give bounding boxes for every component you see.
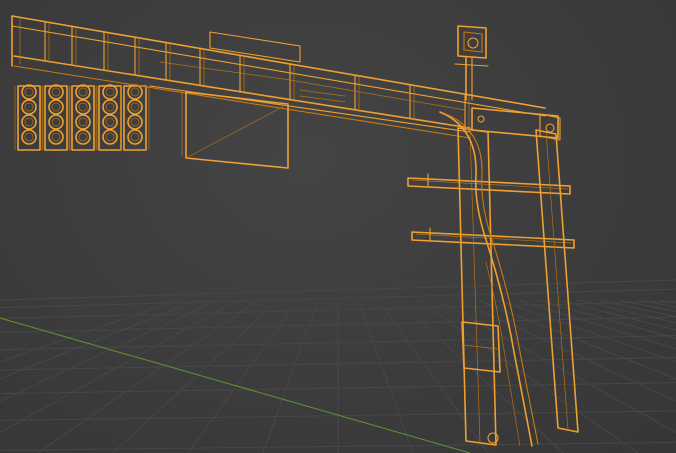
right-column-edge: [545, 131, 569, 431]
left-column-edge: [469, 129, 481, 444]
signal-lamp-lens: [78, 117, 88, 127]
signal-lamp-lens: [105, 132, 115, 142]
truss-bracket: [299, 89, 346, 97]
gantry-wireframe[interactable]: [0, 0, 676, 453]
signal-lamp: [102, 84, 118, 100]
signal-lamp-lens: [78, 132, 88, 142]
signal-head: [120, 84, 150, 151]
signal-lamp-lens: [51, 132, 61, 142]
gantry-truss: [11, 15, 546, 139]
signal-lamp: [102, 99, 118, 115]
left-column: [457, 127, 497, 446]
signal-lamp: [21, 129, 37, 145]
signal-lamp: [127, 129, 143, 145]
crossbeam-box-face: [471, 107, 559, 139]
camera-lens: [467, 37, 479, 49]
signal-lamp: [48, 99, 64, 115]
conduit-main: [439, 111, 533, 447]
sign-panel-diagonal: [185, 103, 289, 159]
camera-mast: [454, 25, 489, 101]
signal-lamp-lens: [51, 87, 61, 97]
signal-head: [14, 84, 44, 151]
signal-lamp-lens: [130, 117, 140, 127]
signal-lamp: [75, 129, 91, 145]
crossbeam-box-end: [539, 113, 561, 141]
signal-lamp: [127, 84, 143, 100]
signal-head: [95, 84, 125, 151]
signal-lamp: [48, 84, 64, 100]
crossbeam-bolt: [545, 123, 555, 133]
truss-walkway-rail: [289, 79, 466, 111]
signal-lamp: [21, 99, 37, 115]
signal-lamp-lens: [78, 102, 88, 112]
signal-heads: [14, 84, 150, 151]
signal-lamp-lens: [105, 117, 115, 127]
truss-bracket: [299, 95, 346, 103]
crossbeam-bolt: [477, 115, 485, 123]
signal-lamp: [127, 114, 143, 130]
signal-lamp: [21, 114, 37, 130]
signal-lamp-lens: [24, 117, 34, 127]
signal-lamp: [48, 129, 64, 145]
signal-lamp: [48, 114, 64, 130]
signal-lamp-lens: [130, 132, 140, 142]
signal-lamp: [21, 84, 37, 100]
signal-head: [41, 84, 71, 151]
signal-lamp: [102, 129, 118, 145]
signal-lamp-lens: [78, 87, 88, 97]
3d-viewport[interactable]: [0, 0, 676, 453]
signal-lamp-lens: [51, 102, 61, 112]
camera-lens-frame: [463, 31, 483, 53]
signal-lamp-lens: [130, 87, 140, 97]
truss-walkway-rail: [159, 61, 291, 81]
signal-lamp-lens: [24, 132, 34, 142]
signal-lamp-lens: [105, 102, 115, 112]
signal-lamp-lens: [24, 102, 34, 112]
crossbeam-box: [471, 107, 561, 141]
signal-lamp-lens: [130, 102, 140, 112]
signal-head: [68, 84, 98, 151]
signal-lamp: [75, 99, 91, 115]
signal-lamp-lens: [105, 87, 115, 97]
signal-lamp: [75, 84, 91, 100]
signal-lamp: [127, 99, 143, 115]
signal-lamp: [75, 114, 91, 130]
lower-arm: [411, 231, 575, 249]
signal-lamp: [102, 114, 118, 130]
sign-panel: [181, 89, 289, 169]
signal-lamp-lens: [51, 117, 61, 127]
truss-mid-chord-inner: [13, 65, 471, 139]
signal-lamp-lens: [24, 87, 34, 97]
